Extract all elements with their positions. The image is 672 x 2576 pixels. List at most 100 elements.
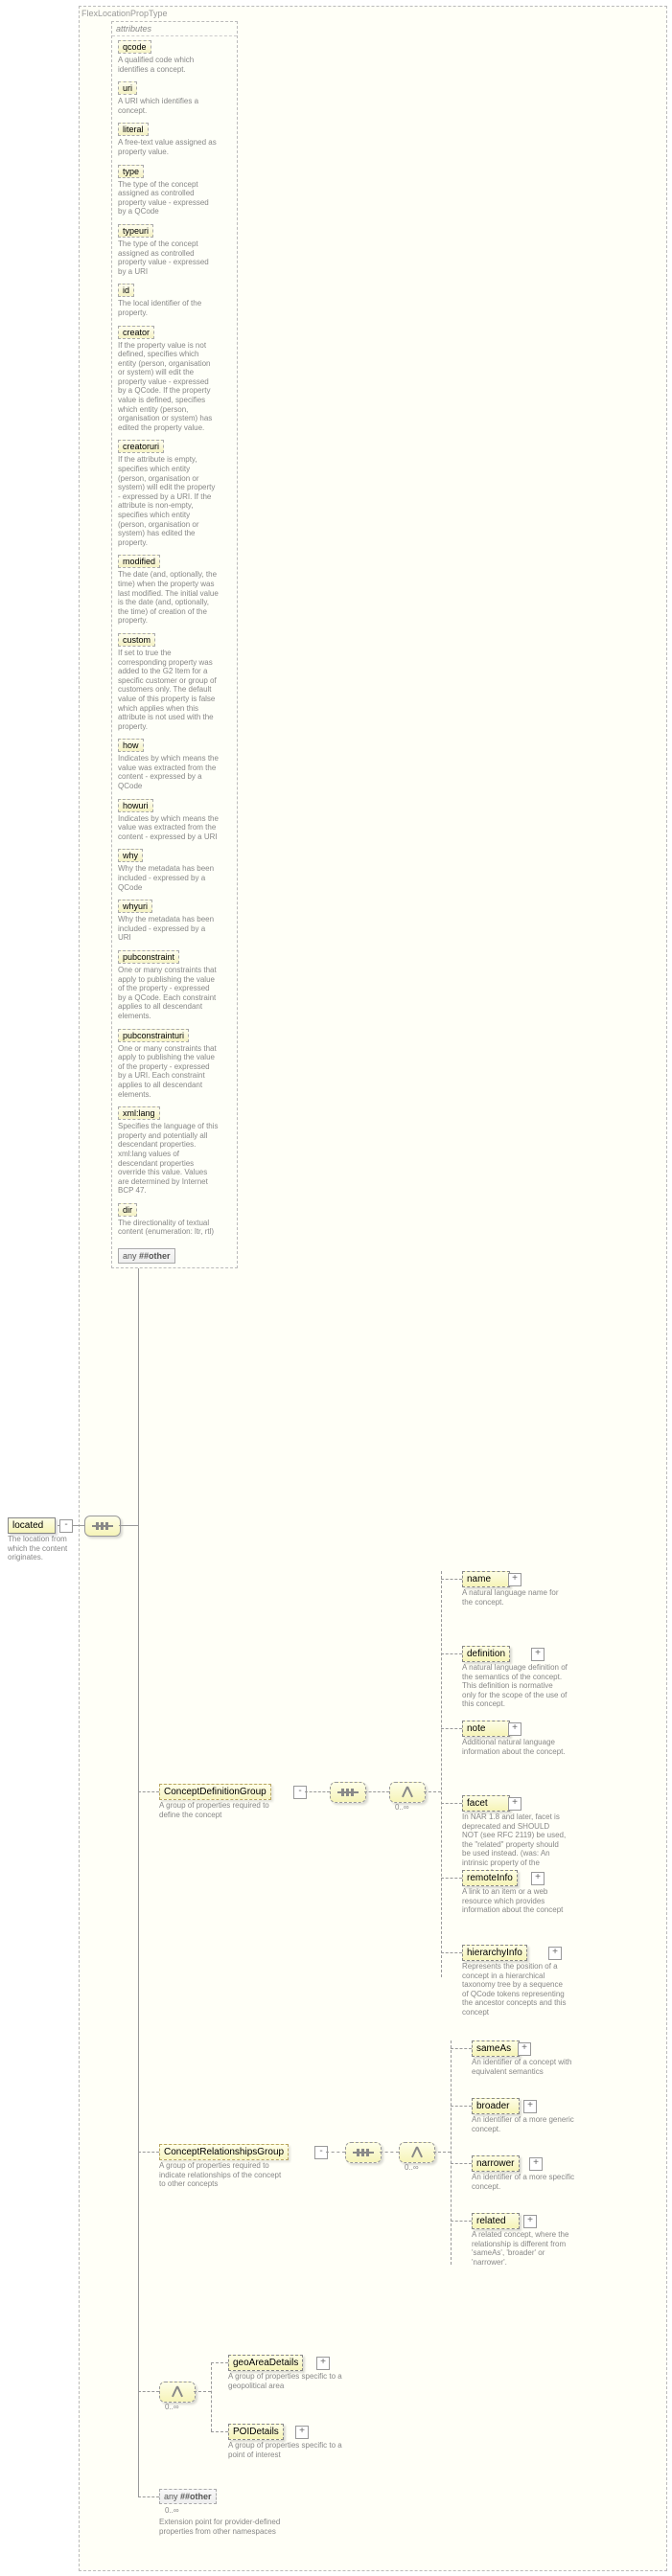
attr-pubconstraint-desc: One or many constraints that apply to pu… [118,966,219,1021]
attr-qcode-desc: A qualified code which identifies a conc… [118,56,219,74]
poi-details[interactable]: POIDetails [228,2424,284,2440]
located-expand[interactable]: - [59,1519,73,1533]
attr-creatoruri-desc: If the attribute is empty, specifies whi… [118,455,219,547]
crg-sequence[interactable] [345,2142,382,2163]
elem-remoteInfo-expand[interactable]: + [531,1872,545,1885]
attr-qcode[interactable]: qcode [118,40,151,54]
concept-relationships-group[interactable]: ConceptRelationshipsGroup [159,2144,289,2160]
elem-broader[interactable]: broader [472,2098,520,2114]
elem-remoteInfo[interactable]: remoteInfo [462,1870,518,1886]
elem-broader-expand[interactable]: + [523,2100,537,2113]
elem-related-expand[interactable]: + [523,2215,537,2228]
elem-facet-desc: In NAR 1.8 and later, facet is deprecate… [462,1812,568,1877]
attr-literal[interactable]: literal [118,123,149,136]
any-elem-desc: Extension point for provider-defined pro… [159,2518,284,2536]
cdg-occ: 0..∞ [395,1803,409,1812]
elem-note-desc: Additional natural language information … [462,1738,568,1756]
elem-hierarchyInfo-desc: Represents the position of a concept in … [462,1962,568,2017]
attr-how[interactable]: how [118,739,144,752]
attr-id-desc: The local identifier of the property. [118,299,219,317]
elem-definition-expand[interactable]: + [531,1648,545,1661]
elem-related[interactable]: related [472,2213,520,2229]
located-desc: The location from which the content orig… [8,1535,84,1562]
concept-definition-group[interactable]: ConceptDefinitionGroup [159,1784,271,1800]
attr-typeuri-desc: The type of the concept assigned as cont… [118,239,219,276]
located-element[interactable]: located [8,1517,56,1534]
attributes-header: attributes [112,22,237,36]
elem-facet[interactable]: facet [462,1795,510,1812]
attr-howuri[interactable]: howuri [118,799,153,812]
located-label: located [12,1520,43,1531]
elem-name-desc: A natural language name for the concept. [462,1588,568,1607]
type-name: FlexLocationPropType [81,9,168,18]
choice-icon [169,2386,186,2398]
attr-how-desc: Indicates by which means the value was e… [118,754,219,790]
attr-type-desc: The type of the concept assigned as cont… [118,180,219,217]
any-elem-occ: 0..∞ [165,2506,179,2515]
attr-howuri-desc: Indicates by which means the value was e… [118,814,219,842]
geo-desc: A group of properties specific to a geop… [228,2372,353,2390]
attr-dir-desc: The directionality of textual content (e… [118,1219,219,1237]
cdg-label: ConceptDefinitionGroup [164,1787,266,1797]
cdg-sequence[interactable] [330,1782,366,1803]
attr-modified[interactable]: modified [118,555,160,568]
elem-name[interactable]: name [462,1571,510,1587]
attr-pubconstraint[interactable]: pubconstraint [118,950,179,964]
elem-name-expand[interactable]: + [508,1573,521,1586]
elem-definition-desc: A natural language definition of the sem… [462,1663,568,1709]
geo-poi-choice[interactable] [159,2382,196,2403]
elem-narrower[interactable]: narrower [472,2155,520,2172]
elem-note[interactable]: note [462,1721,510,1737]
geo-area-details[interactable]: geoAreaDetails [228,2355,303,2371]
any-element[interactable]: any ##other [159,2489,217,2504]
poi-label: POIDetails [233,2427,279,2437]
attr-creator-desc: If the property value is not defined, sp… [118,341,219,433]
any-attr-label: any [123,1251,139,1261]
attr-pubconstrainturi-desc: One or many constraints that apply to pu… [118,1044,219,1100]
attr-xml:lang[interactable]: xml:lang [118,1106,160,1120]
crg-desc: A group of properties required to indica… [159,2161,284,2189]
geo-expand[interactable]: + [316,2357,330,2370]
attr-xml:lang-desc: Specifies the language of this property … [118,1122,219,1196]
elem-facet-expand[interactable]: + [508,1797,521,1811]
attr-whyuri[interactable]: whyuri [118,900,152,913]
elem-note-expand[interactable]: + [508,1722,521,1736]
attr-pubconstrainturi[interactable]: pubconstrainturi [118,1029,189,1042]
choice-icon [408,2147,426,2158]
elem-hierarchyInfo-expand[interactable]: + [548,1947,562,1960]
sequence-icon [353,2147,374,2158]
elem-definition[interactable]: definition [462,1646,510,1662]
attr-typeuri[interactable]: typeuri [118,224,153,238]
crg-choice[interactable] [399,2142,435,2163]
attr-why[interactable]: why [118,849,143,862]
poi-expand[interactable]: + [295,2426,309,2439]
elem-hierarchyInfo[interactable]: hierarchyInfo [462,1945,527,1961]
attr-literal-desc: A free-text value assigned as property v… [118,138,219,156]
any-element-ns: ##other [180,2492,212,2501]
attr-whyuri-desc: Why the metadata has been included - exp… [118,915,219,943]
elem-sameAs[interactable]: sameAs [472,2040,520,2057]
any-attribute[interactable]: any ##other [118,1248,175,1264]
elem-narrower-expand[interactable]: + [529,2157,543,2171]
elem-sameAs-desc: An identifier of a concept with equivale… [472,2058,577,2076]
cdg-choice[interactable] [389,1782,426,1803]
crg-occ: 0..∞ [405,2163,419,2172]
attr-custom[interactable]: custom [118,633,155,647]
any-element-label: any [164,2492,178,2501]
attr-uri[interactable]: uri [118,81,137,95]
attr-creator[interactable]: creator [118,326,154,339]
any-attr-ns: ##other [139,1251,171,1261]
main-sequence[interactable] [84,1516,121,1537]
attr-dir[interactable]: dir [118,1203,137,1217]
poi-desc: A group of properties specific to a poin… [228,2441,353,2459]
attr-id[interactable]: id [118,284,134,297]
choice-icon [399,1787,416,1798]
elem-narrower-desc: An identifier of a more specific concept… [472,2173,577,2191]
crg-label: ConceptRelationshipsGroup [164,2147,284,2157]
geo-poi-occ: 0..∞ [165,2403,179,2411]
attr-type[interactable]: type [118,165,144,178]
elem-sameAs-expand[interactable]: + [518,2042,531,2056]
attributes-box: attributes qcode A qualified code which i… [111,21,238,1268]
attr-custom-desc: If set to true the corresponding propert… [118,649,219,731]
attr-creatoruri[interactable]: creatoruri [118,440,164,453]
